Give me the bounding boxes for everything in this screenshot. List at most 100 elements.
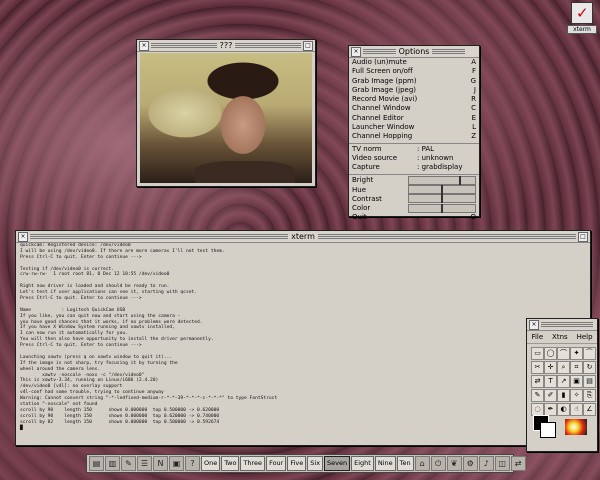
help-icon[interactable]: ? xyxy=(185,456,200,471)
slider-label: Contrast xyxy=(352,194,382,203)
smudge-icon[interactable]: ☝ xyxy=(570,403,583,416)
options-slider[interactable]: Color xyxy=(349,203,479,213)
terminal-output[interactable]: quickcam: Registered device: /dev/video0… xyxy=(18,243,588,443)
options-slider[interactable]: Hue xyxy=(349,185,479,194)
sound-icon[interactable]: ♪ xyxy=(478,456,494,471)
slider-track[interactable] xyxy=(408,185,476,194)
setting-label: Video source xyxy=(352,153,398,162)
options-menu-item[interactable]: Channel Hopping Z xyxy=(349,132,479,141)
flip-icon[interactable]: ⇄ xyxy=(531,375,544,388)
measure-icon[interactable]: ∠ xyxy=(583,403,596,416)
desktop-button-ten[interactable]: Ten xyxy=(396,456,414,471)
paint-icon[interactable]: ✎ xyxy=(121,456,136,471)
home-icon[interactable]: ⌂ xyxy=(414,456,430,471)
gimp-toolbox-titlebar[interactable]: × xyxy=(527,319,597,331)
options-menu-item[interactable]: Grab Image (ppm) G xyxy=(349,77,479,86)
bezier-icon[interactable]: ⁀ xyxy=(583,347,596,360)
ellipse-select-icon[interactable]: ◯ xyxy=(544,347,557,360)
camera-window[interactable]: × ??? □ xyxy=(136,39,316,187)
close-icon[interactable]: × xyxy=(139,41,149,51)
slider-knob[interactable] xyxy=(441,194,443,204)
gimp-icon[interactable]: ❦ xyxy=(446,456,462,471)
terminal-icon[interactable]: ▤ xyxy=(89,456,104,471)
slider-knob[interactable] xyxy=(458,175,461,185)
desktop-button-seven[interactable]: Seven xyxy=(324,456,351,471)
desktop-button-six[interactable]: Six xyxy=(307,456,324,471)
options-menu-item[interactable]: Launcher Window L xyxy=(349,123,479,132)
blend-icon[interactable]: ▤ xyxy=(583,375,596,388)
options-window[interactable]: × Options Audio (un)mute A Full Screen on/… xyxy=(348,45,480,221)
options-menu-item[interactable]: Record Movie (avi) R xyxy=(349,95,479,104)
options-setting[interactable]: Video source: unknown xyxy=(349,154,479,163)
slider-track[interactable] xyxy=(408,203,476,213)
menu-item-label: Channel Editor xyxy=(352,113,404,122)
power-icon[interactable]: ⏻ xyxy=(430,456,446,471)
dodge-icon[interactable]: ◐ xyxy=(557,403,570,416)
gradient-preview[interactable] xyxy=(565,419,587,435)
close-icon[interactable]: × xyxy=(351,47,361,57)
chest-icon[interactable]: ▥ xyxy=(105,456,120,471)
gimp-menu-help[interactable]: Help xyxy=(577,331,593,343)
desktop-button-one[interactable]: One xyxy=(201,456,221,471)
close-icon[interactable]: × xyxy=(18,232,28,242)
gimp-menu-file[interactable]: File xyxy=(531,331,543,343)
desktop-button-eight[interactable]: Eight xyxy=(351,456,374,471)
desktop-button-three[interactable]: Three xyxy=(240,456,266,471)
slider-knob[interactable] xyxy=(441,203,443,213)
eraser-icon[interactable]: ▮ xyxy=(557,389,570,402)
desktop-button-nine[interactable]: Nine xyxy=(374,456,396,471)
options-setting[interactable]: TV norm: PAL xyxy=(349,145,479,154)
netscape-icon[interactable]: N xyxy=(153,456,168,471)
options-setting[interactable]: Capture: grabdisplay xyxy=(349,163,479,172)
options-menu-item[interactable]: Channel Window C xyxy=(349,104,479,113)
pencil-icon[interactable]: ✎ xyxy=(531,389,544,402)
options-slider[interactable]: Contrast xyxy=(349,194,479,204)
options-menu-item[interactable]: Audio (un)mute A xyxy=(349,58,479,67)
transform-icon[interactable]: ↻ xyxy=(583,361,596,374)
monitor-icon[interactable]: ▣ xyxy=(169,456,184,471)
gimp-toolbox[interactable]: × File Xtns Help ▭ ◯ ⌒ ✦ ⁀ ✂ ✛ ⌕ ⌗ ↻ ⇄ T ↗ ▣ ▤ ✎ ✐ ▮ ✧ ⎘ ◌ ✒ ◐ ☝ ∠ xyxy=(526,318,598,452)
bucket-fill-icon[interactable]: ▣ xyxy=(570,375,583,388)
desktop-button-four[interactable]: Four xyxy=(266,456,287,471)
xterm-window-title: xterm xyxy=(288,232,318,241)
slider-knob[interactable] xyxy=(441,185,443,194)
xterm-icon xyxy=(571,2,593,24)
xterm-desktop-icon[interactable]: xterm xyxy=(567,2,597,34)
color-picker-icon[interactable]: ↗ xyxy=(557,375,570,388)
desktop-button-two[interactable]: Two xyxy=(221,456,240,471)
magnify-icon[interactable]: ⌕ xyxy=(557,361,570,374)
desktop-button-five[interactable]: Five xyxy=(287,456,307,471)
maximize-icon[interactable]: □ xyxy=(578,232,588,242)
options-menu-item[interactable]: Channel Editor E xyxy=(349,114,479,123)
paintbrush-icon[interactable]: ✐ xyxy=(544,389,557,402)
options-window-titlebar[interactable]: × Options xyxy=(349,46,479,58)
xterm-window-titlebar[interactable]: × xterm □ xyxy=(16,231,590,243)
slider-track[interactable] xyxy=(408,175,476,185)
rect-select-icon[interactable]: ▭ xyxy=(531,347,544,360)
scissors-icon[interactable]: ✂ xyxy=(531,361,544,374)
quit-menu-item[interactable]: Quit Q xyxy=(349,213,479,222)
crop-icon[interactable]: ⌗ xyxy=(570,361,583,374)
package-icon[interactable]: ◫ xyxy=(494,456,510,471)
camera-window-titlebar[interactable]: × ??? □ xyxy=(137,40,315,52)
close-icon[interactable]: × xyxy=(529,320,539,330)
clone-icon[interactable]: ⎘ xyxy=(583,389,596,402)
move-icon[interactable]: ✛ xyxy=(544,361,557,374)
magic-wand-icon[interactable]: ✦ xyxy=(570,347,583,360)
xterm-window[interactable]: × xterm □ quickcam: Registered device: /… xyxy=(15,230,591,446)
fg-bg-color-selector[interactable] xyxy=(533,415,556,438)
options-slider[interactable]: Bright xyxy=(349,175,479,185)
text-icon[interactable]: T xyxy=(544,375,557,388)
background-color[interactable] xyxy=(540,422,556,438)
slider-track[interactable] xyxy=(408,194,476,204)
network-icon[interactable]: ⇄ xyxy=(510,456,526,471)
maximize-icon[interactable]: □ xyxy=(303,41,313,51)
options-menu-item[interactable]: Grab Image (jpeg) J xyxy=(349,86,479,95)
options-menu-item[interactable]: Full Screen on/off F xyxy=(349,67,479,76)
settings-icon[interactable]: ⚙ xyxy=(462,456,478,471)
options-window-title: Options xyxy=(395,47,433,56)
lasso-icon[interactable]: ⌒ xyxy=(557,347,570,360)
gimp-menu-xtns[interactable]: Xtns xyxy=(552,331,568,343)
editor-icon[interactable]: ☰ xyxy=(137,456,152,471)
airbrush-icon[interactable]: ✧ xyxy=(570,389,583,402)
